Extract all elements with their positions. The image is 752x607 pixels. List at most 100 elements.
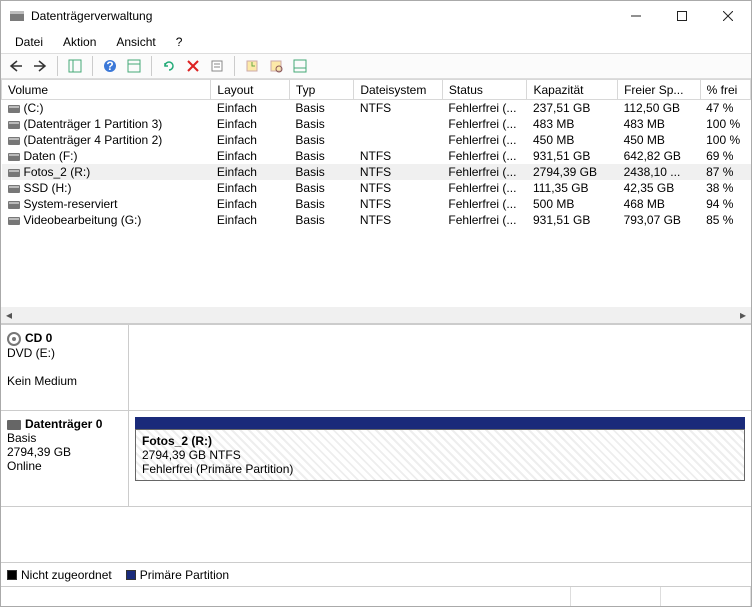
cell-typ: Basis — [289, 132, 353, 148]
table-row[interactable]: (C:)EinfachBasisNTFSFehlerfrei (...237,5… — [2, 100, 751, 117]
cell-cap: 111,35 GB — [527, 180, 618, 196]
title-bar: Datenträgerverwaltung — [1, 1, 751, 31]
window-title: Datenträgerverwaltung — [31, 9, 613, 23]
col-volume[interactable]: Volume — [2, 80, 211, 100]
cell-layout: Einfach — [211, 116, 290, 132]
minimize-button[interactable] — [613, 1, 659, 31]
cell-cap: 931,51 GB — [527, 148, 618, 164]
cell-pct: 47 % — [700, 100, 750, 117]
toolbar-separator — [151, 56, 152, 76]
view-top-button[interactable] — [123, 55, 145, 77]
cell-vol: (Datenträger 1 Partition 3) — [2, 116, 211, 132]
cell-cap: 450 MB — [527, 132, 618, 148]
cell-fs: NTFS — [354, 196, 443, 212]
cell-status: Fehlerfrei (... — [442, 148, 527, 164]
toolbar-separator — [92, 56, 93, 76]
menu-view[interactable]: Ansicht — [108, 33, 163, 51]
close-button[interactable] — [705, 1, 751, 31]
show-hide-tree-button[interactable] — [64, 55, 86, 77]
list-button[interactable] — [241, 55, 263, 77]
table-row[interactable]: Fotos_2 (R:)EinfachBasisNTFSFehlerfrei (… — [2, 164, 751, 180]
cell-typ: Basis — [289, 180, 353, 196]
col-type[interactable]: Typ — [289, 80, 353, 100]
cell-layout: Einfach — [211, 212, 290, 228]
volume-icon — [8, 105, 20, 113]
refresh-button[interactable] — [158, 55, 180, 77]
cell-free: 642,82 GB — [618, 148, 701, 164]
cell-layout: Einfach — [211, 100, 290, 117]
disk-row-cd0[interactable]: CD 0 DVD (E:) Kein Medium — [1, 325, 751, 411]
menu-help[interactable]: ? — [168, 33, 191, 51]
scroll-right-icon[interactable]: ▸ — [735, 307, 751, 323]
view-bottom-button[interactable] — [289, 55, 311, 77]
cell-fs — [354, 116, 443, 132]
col-status[interactable]: Status — [442, 80, 527, 100]
cell-fs: NTFS — [354, 100, 443, 117]
disk-row-disk0[interactable]: Datenträger 0 Basis 2794,39 GB Online Fo… — [1, 411, 751, 507]
cell-vol: SSD (H:) — [2, 180, 211, 196]
col-free[interactable]: Freier Sp... — [618, 80, 701, 100]
cell-free: 468 MB — [618, 196, 701, 212]
detail-button[interactable] — [265, 55, 287, 77]
cell-pct: 94 % — [700, 196, 750, 212]
cell-status: Fehlerfrei (... — [442, 196, 527, 212]
cell-typ: Basis — [289, 148, 353, 164]
cell-layout: Einfach — [211, 132, 290, 148]
app-icon — [9, 8, 25, 24]
volume-icon — [8, 201, 20, 209]
table-row[interactable]: Daten (F:)EinfachBasisNTFSFehlerfrei (..… — [2, 148, 751, 164]
col-layout[interactable]: Layout — [211, 80, 290, 100]
cell-pct: 100 % — [700, 116, 750, 132]
volume-list: Volume Layout Typ Dateisystem Status Kap… — [1, 79, 751, 324]
cell-typ: Basis — [289, 164, 353, 180]
partition-box[interactable]: Fotos_2 (R:) 2794,39 GB NTFS Fehlerfrei … — [135, 429, 745, 481]
scroll-left-icon[interactable]: ◂ — [1, 307, 17, 323]
menu-action[interactable]: Aktion — [55, 33, 104, 51]
cell-free: 450 MB — [618, 132, 701, 148]
col-filesystem[interactable]: Dateisystem — [354, 80, 443, 100]
legend-primary: Primäre Partition — [126, 568, 229, 582]
maximize-button[interactable] — [659, 1, 705, 31]
cell-fs: NTFS — [354, 180, 443, 196]
cell-cap: 2794,39 GB — [527, 164, 618, 180]
cell-cap: 483 MB — [527, 116, 618, 132]
disk-name: CD 0 — [25, 331, 52, 345]
cell-typ: Basis — [289, 212, 353, 228]
cell-status: Fehlerfrei (... — [442, 164, 527, 180]
cell-fs: NTFS — [354, 148, 443, 164]
forward-button[interactable] — [29, 55, 51, 77]
svg-text:?: ? — [106, 59, 113, 73]
partition-stripe — [135, 417, 745, 429]
volume-icon — [8, 121, 20, 129]
table-row[interactable]: (Datenträger 1 Partition 3)EinfachBasisF… — [2, 116, 751, 132]
cell-vol: Videobearbeitung (G:) — [2, 212, 211, 228]
col-pctfree[interactable]: % frei — [700, 80, 750, 100]
table-row[interactable]: SSD (H:)EinfachBasisNTFSFehlerfrei (...1… — [2, 180, 751, 196]
partition-state: Fehlerfrei (Primäre Partition) — [142, 462, 738, 476]
menu-file[interactable]: Datei — [7, 33, 51, 51]
table-row[interactable]: Videobearbeitung (G:)EinfachBasisNTFSFeh… — [2, 212, 751, 228]
cell-pct: 69 % — [700, 148, 750, 164]
back-button[interactable] — [5, 55, 27, 77]
delete-button[interactable] — [182, 55, 204, 77]
cell-pct: 87 % — [700, 164, 750, 180]
disk-name: Datenträger 0 — [25, 417, 102, 431]
cell-layout: Einfach — [211, 196, 290, 212]
partition-name: Fotos_2 (R:) — [142, 434, 738, 448]
cell-fs: NTFS — [354, 212, 443, 228]
volume-icon — [8, 153, 20, 161]
table-row[interactable]: System-reserviertEinfachBasisNTFSFehlerf… — [2, 196, 751, 212]
cell-vol: Daten (F:) — [2, 148, 211, 164]
horizontal-scrollbar[interactable]: ◂ ▸ — [1, 307, 751, 323]
col-capacity[interactable]: Kapazität — [527, 80, 618, 100]
disk-status: Kein Medium — [7, 374, 77, 388]
disk-sub: DVD (E:) — [7, 346, 55, 360]
properties-button[interactable] — [206, 55, 228, 77]
cell-fs — [354, 132, 443, 148]
cell-vol: (Datenträger 4 Partition 2) — [2, 132, 211, 148]
table-row[interactable]: (Datenträger 4 Partition 2)EinfachBasisF… — [2, 132, 751, 148]
table-header-row: Volume Layout Typ Dateisystem Status Kap… — [2, 80, 751, 100]
help-button[interactable]: ? — [99, 55, 121, 77]
legend: Nicht zugeordnet Primäre Partition — [1, 562, 751, 586]
cell-layout: Einfach — [211, 180, 290, 196]
